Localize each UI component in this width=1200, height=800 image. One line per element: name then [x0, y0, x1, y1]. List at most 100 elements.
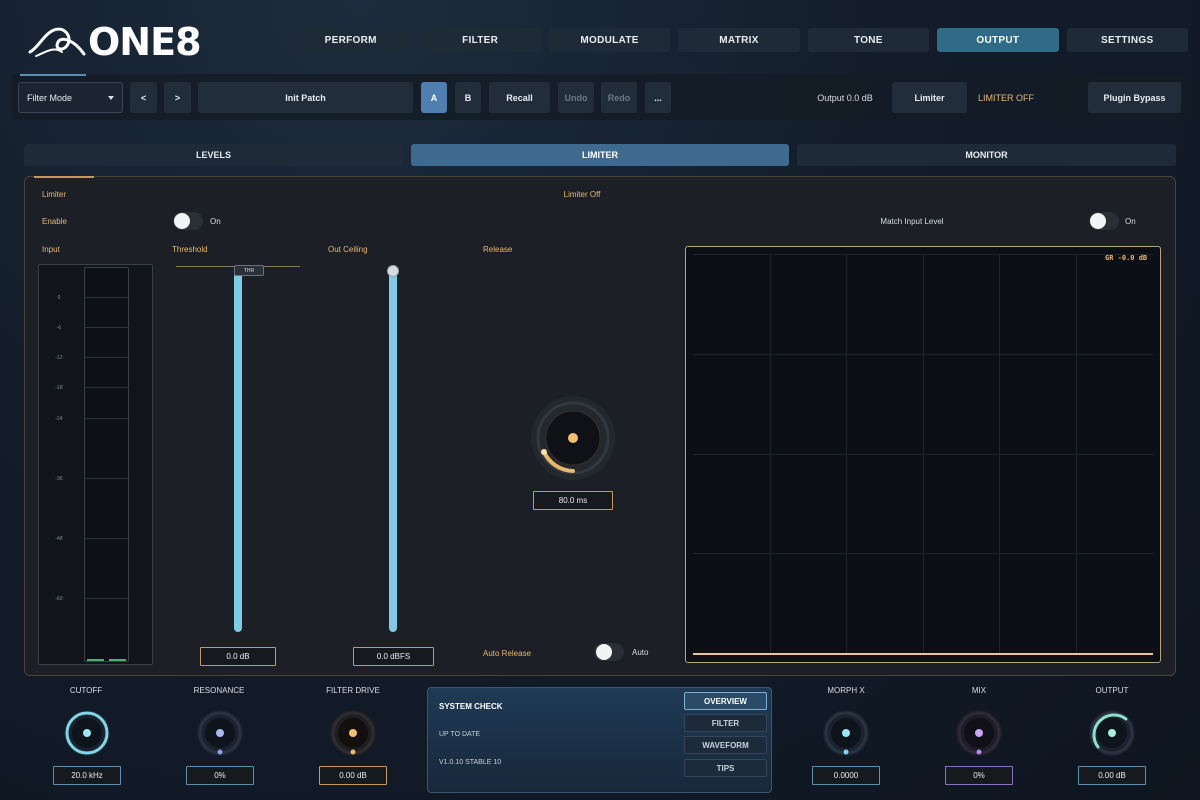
limiter-section-label: Limiter — [42, 190, 67, 199]
tab-matrix[interactable]: MATRIX — [678, 28, 800, 52]
gr-readout: GR -0.0 dB — [1105, 254, 1148, 262]
meter-gridline — [84, 297, 129, 298]
system-check-status: UP TO DATE — [439, 731, 481, 738]
limiter-button[interactable]: Limiter — [892, 82, 967, 113]
tab-modulate[interactable]: MODULATE — [548, 28, 671, 52]
meter-gridline — [84, 418, 129, 419]
meter-gridline — [84, 598, 129, 599]
cutoff-label: CUTOFF — [69, 686, 103, 695]
gr-trace — [693, 653, 1153, 655]
meter-gridline — [84, 327, 129, 328]
filter-drive-knob[interactable] — [328, 708, 378, 758]
cutoff-value[interactable]: 20.0 kHz — [53, 766, 121, 785]
app-logo: ONE8 — [28, 20, 228, 64]
out-ceiling-handle[interactable] — [387, 265, 399, 277]
plugin-bypass-button[interactable]: Plugin Bypass — [1088, 82, 1181, 113]
input-label: Input — [42, 245, 60, 254]
patch-name-display[interactable]: Init Patch — [198, 82, 413, 113]
tips-button[interactable]: TIPS — [684, 759, 767, 777]
auto-release-state: Auto — [632, 648, 649, 657]
meter-tick-label: -6 — [56, 325, 62, 331]
resonance-knob[interactable] — [195, 708, 245, 758]
tab-perform[interactable]: PERFORM — [290, 28, 412, 52]
tab-filter[interactable]: FILTER — [419, 28, 541, 52]
wave-logo-icon — [28, 27, 86, 57]
match-input-toggle[interactable] — [1089, 212, 1119, 230]
waveform-button[interactable]: WAVEFORM — [684, 736, 767, 754]
meter-peak-left — [87, 659, 104, 661]
threshold-handle[interactable]: THR — [234, 265, 264, 276]
more-button[interactable]: ... — [645, 82, 671, 113]
meter-tick-label: -48 — [55, 536, 63, 542]
recall-button[interactable]: Recall — [489, 82, 550, 113]
meter-tick-label: -18 — [55, 385, 63, 391]
tab-output[interactable]: OUTPUT — [937, 28, 1059, 52]
mix-knob[interactable] — [954, 708, 1004, 758]
limiter-state-label: LIMITER OFF — [978, 92, 1034, 103]
logo-text: ONE8 — [88, 20, 202, 64]
resonance-label: RESONANCE — [193, 686, 245, 695]
enable-toggle[interactable] — [173, 212, 203, 230]
mix-value[interactable]: 0% — [945, 766, 1013, 785]
out-ceiling-fader[interactable] — [389, 272, 397, 632]
cutoff-knob[interactable] — [62, 708, 112, 758]
release-knob[interactable] — [528, 394, 618, 484]
prev-patch-button[interactable]: < — [130, 82, 157, 113]
meter-gridline — [84, 538, 129, 539]
overview-button[interactable]: OVERVIEW — [684, 692, 767, 710]
out-ceiling-value[interactable]: 0.0 dBFS — [353, 647, 434, 666]
b-slot-button[interactable]: B — [455, 82, 481, 113]
undo-button[interactable]: Undo — [558, 82, 594, 113]
main-tabs: PERFORM FILTER MODULATE MATRIX TONE OUTP… — [290, 28, 1188, 52]
gr-gridline — [693, 254, 1153, 255]
morph-x-label: MORPH X — [827, 686, 865, 695]
release-value[interactable]: 80.0 ms — [533, 491, 613, 510]
meter-gridline — [84, 357, 129, 358]
redo-button[interactable]: Redo — [601, 82, 637, 113]
tab-settings[interactable]: SETTINGS — [1066, 28, 1188, 52]
filter-drive-label: FILTER DRIVE — [326, 686, 380, 695]
toggle-knob — [596, 644, 612, 660]
subtab-monitor[interactable]: MONITOR — [797, 144, 1176, 166]
limiter-status: Limiter Off — [563, 190, 601, 199]
a-slot-button[interactable]: A — [421, 82, 447, 113]
threshold-fader[interactable] — [234, 272, 242, 632]
subtab-limiter[interactable]: LIMITER — [411, 144, 789, 166]
match-input-label: Match Input Level — [880, 217, 944, 226]
toolbar-accent — [20, 74, 86, 76]
output-knob[interactable] — [1087, 708, 1137, 758]
enable-label: Enable — [42, 217, 67, 226]
panel-accent — [34, 176, 94, 178]
meter-tick-label: 0 — [57, 295, 61, 301]
meter-gridline — [84, 478, 129, 479]
system-check-version: V1.0.10 STABLE 10 — [439, 759, 502, 766]
next-patch-button[interactable]: > — [164, 82, 191, 113]
match-input-state: On — [1125, 217, 1136, 226]
meter-gridline — [84, 387, 129, 388]
output-readout: Output 0.0 dB — [817, 92, 873, 103]
auto-release-label: Auto Release — [483, 649, 532, 658]
toggle-knob — [174, 213, 190, 229]
release-label: Release — [483, 245, 513, 254]
subtab-levels[interactable]: LEVELS — [24, 144, 403, 166]
enable-state: On — [210, 217, 221, 226]
resonance-value[interactable]: 0% — [186, 766, 254, 785]
chevron-down-icon — [108, 95, 114, 100]
output-value[interactable]: 0.00 dB — [1078, 766, 1146, 785]
filter-drive-value[interactable]: 0.00 dB — [319, 766, 387, 785]
morph-x-value[interactable]: 0.0000 — [812, 766, 880, 785]
tab-tone[interactable]: TONE — [807, 28, 930, 52]
system-check-title: SYSTEM CHECK — [439, 702, 503, 711]
threshold-value[interactable]: 0.0 dB — [200, 647, 276, 666]
meter-tick-label: -60 — [55, 596, 63, 602]
out-ceiling-label: Out Ceiling — [328, 245, 368, 254]
output-label: OUTPUT — [1095, 686, 1129, 695]
gr-gridline — [693, 454, 1153, 455]
filter-mode-select[interactable]: Filter Mode — [18, 82, 123, 113]
filter-info-button[interactable]: FILTER — [684, 714, 767, 732]
auto-release-toggle[interactable] — [594, 643, 624, 661]
meter-peak-right — [109, 659, 126, 661]
morph-x-knob[interactable] — [821, 708, 871, 758]
gr-gridline — [693, 553, 1153, 554]
meter-tick-label: -24 — [55, 416, 63, 422]
